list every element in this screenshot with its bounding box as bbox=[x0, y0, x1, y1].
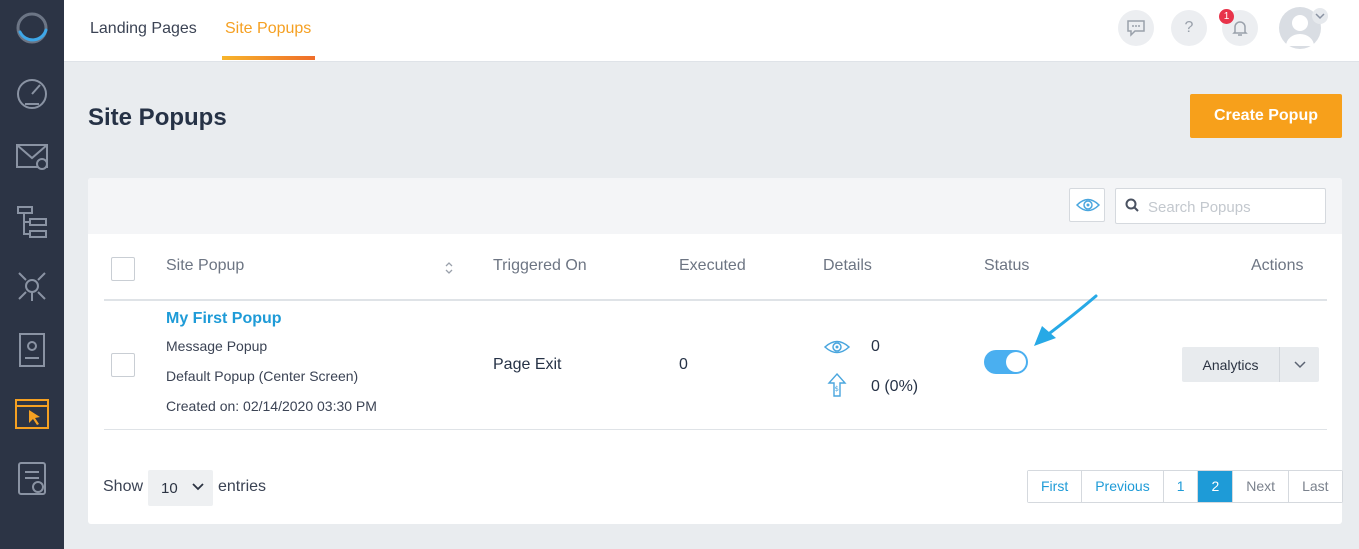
checklist-icon[interactable] bbox=[12, 458, 52, 498]
sort-icon[interactable] bbox=[444, 261, 454, 275]
chevron-down-icon bbox=[1293, 360, 1306, 368]
triggered-on-value: Page Exit bbox=[493, 356, 562, 373]
search-input[interactable] bbox=[1146, 195, 1320, 219]
avatar[interactable] bbox=[1278, 6, 1328, 50]
row-checkbox[interactable] bbox=[111, 353, 135, 377]
column-header-actions: Actions bbox=[1251, 257, 1304, 274]
entries-per-page-select[interactable]: 10 bbox=[148, 470, 213, 506]
mail-check-icon[interactable] bbox=[12, 136, 52, 176]
views-count: 0 bbox=[871, 338, 880, 355]
tab-landing-pages[interactable]: Landing Pages bbox=[90, 0, 197, 61]
status-toggle[interactable] bbox=[984, 350, 1028, 374]
page-previous[interactable]: Previous bbox=[1082, 471, 1164, 502]
speedometer-icon[interactable] bbox=[12, 72, 52, 112]
analytics-button[interactable]: Analytics bbox=[1182, 347, 1280, 382]
entries-label: entries bbox=[218, 478, 267, 495]
entries-value: 10 bbox=[161, 480, 178, 497]
column-header-details: Details bbox=[823, 257, 872, 274]
table-toolbar bbox=[88, 178, 1342, 234]
help-icon[interactable]: ? bbox=[1171, 10, 1207, 46]
conversion-arrow-icon: $ bbox=[827, 372, 847, 397]
chevron-down-icon bbox=[192, 483, 204, 491]
page-title: Site Popups bbox=[88, 104, 227, 131]
column-visibility-button[interactable] bbox=[1069, 188, 1105, 222]
popup-type: Message Popup bbox=[166, 338, 268, 354]
annotation-arrow-icon bbox=[1034, 294, 1098, 346]
popup-created-date: Created on: 02/14/2020 03:30 PM bbox=[166, 398, 377, 414]
page-2-current[interactable]: 2 bbox=[1198, 471, 1234, 502]
popups-table-card: Site Popup Triggered On Executed Details… bbox=[88, 178, 1343, 524]
popup-cursor-icon[interactable] bbox=[12, 394, 52, 434]
contact-card-icon[interactable] bbox=[12, 330, 52, 370]
chat-icon[interactable] bbox=[1118, 10, 1154, 46]
conversions-value: 0 (0%) bbox=[871, 378, 919, 395]
create-popup-button[interactable]: Create Popup bbox=[1190, 94, 1342, 138]
page-next[interactable]: Next bbox=[1233, 471, 1290, 502]
page-1[interactable]: 1 bbox=[1163, 471, 1199, 502]
app-logo-icon[interactable] bbox=[14, 10, 50, 46]
eye-icon bbox=[1076, 198, 1100, 212]
actions-dropdown-toggle[interactable] bbox=[1280, 347, 1319, 382]
popup-name-link[interactable]: My First Popup bbox=[166, 310, 282, 328]
page-last[interactable]: Last bbox=[1289, 471, 1342, 502]
executed-value: 0 bbox=[679, 356, 688, 373]
flow-icon[interactable] bbox=[12, 202, 52, 242]
popup-template: Default Popup (Center Screen) bbox=[166, 368, 359, 384]
page-first[interactable]: First bbox=[1028, 471, 1083, 502]
pagination: First Previous 1 2 Next Last bbox=[1027, 470, 1343, 503]
sidebar bbox=[0, 0, 64, 549]
column-header-triggered-on: Triggered On bbox=[493, 257, 587, 274]
notification-badge: 1 bbox=[1219, 9, 1234, 24]
column-header-status: Status bbox=[984, 257, 1030, 274]
column-header-site-popup[interactable]: Site Popup bbox=[166, 257, 244, 275]
top-bar: Landing Pages Site Popups bbox=[64, 0, 1359, 62]
show-label: Show bbox=[103, 478, 144, 495]
active-tab-indicator bbox=[222, 56, 315, 60]
search-icon bbox=[1125, 198, 1139, 212]
toggle-knob bbox=[1006, 352, 1026, 372]
views-eye-icon bbox=[824, 340, 850, 354]
svg-text:$: $ bbox=[835, 385, 839, 393]
tab-site-popups[interactable]: Site Popups bbox=[225, 0, 311, 61]
search-box bbox=[1115, 188, 1326, 224]
select-all-checkbox[interactable] bbox=[111, 257, 135, 281]
header-divider bbox=[104, 299, 1327, 301]
row-divider bbox=[104, 429, 1327, 430]
column-header-executed: Executed bbox=[679, 257, 746, 274]
network-icon[interactable] bbox=[12, 266, 52, 306]
